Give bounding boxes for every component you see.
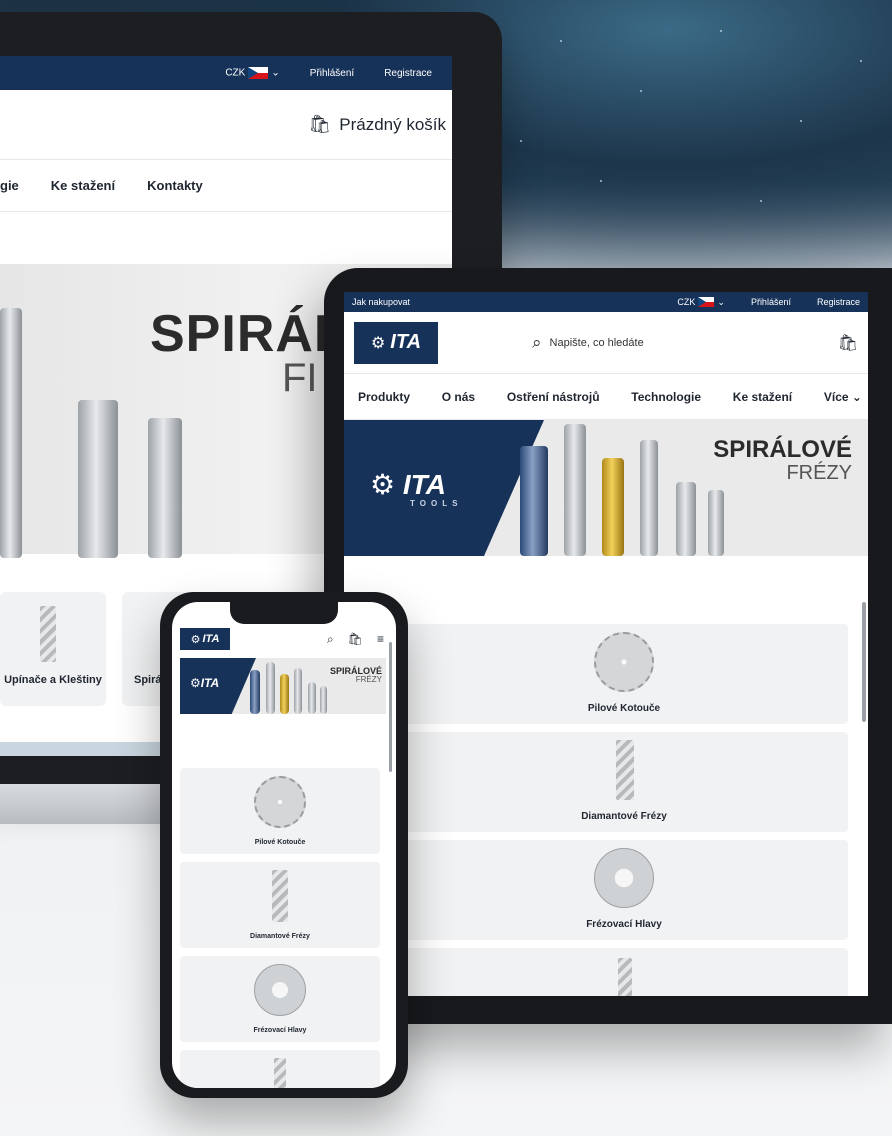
spiral-bit-image xyxy=(520,446,548,556)
spiral-bit-image xyxy=(280,674,289,714)
spiral-bit-image xyxy=(320,686,327,714)
spiral-bit-image xyxy=(308,682,316,714)
phone-hero-banner[interactable]: ⚙ITA SPIRÁLOVÉ FRÉZY xyxy=(180,658,386,714)
hero-subtitle: FRÉZY xyxy=(355,675,382,684)
spiral-bit-image xyxy=(294,668,302,714)
laptop-topbar: CZK ⌄ Přihlášení Registrace xyxy=(0,56,452,90)
spiral-bit-image xyxy=(266,662,275,714)
tablet-main-nav: Produkty O nás Ostření nástrojů Technolo… xyxy=(344,374,868,420)
category-card-cutter-heads[interactable]: Frézovací Hlavy xyxy=(400,840,848,940)
czech-flag-icon xyxy=(698,297,715,308)
shopping-bag-icon[interactable]: 🛍 xyxy=(308,114,331,135)
login-link[interactable]: Přihlášení xyxy=(751,297,791,307)
tablet-hero-banner[interactable]: ⚙ ITA TOOLS SPIRÁLOVÉ FRÉZY xyxy=(344,420,868,556)
nav-item-contacts[interactable]: Kontakty xyxy=(147,178,203,193)
laptop-base xyxy=(0,784,170,824)
ita-logo-icon: ⚙ xyxy=(370,469,403,500)
ita-logo-icon: ⚙ xyxy=(190,676,201,690)
hamburger-menu-icon[interactable]: ≡ xyxy=(377,632,384,647)
phone-device: ⚙ ITA ⌕ 🛍 ≡ ⚙ITA SPIRÁLOVÉ FRÉZY Pilové … xyxy=(160,592,408,1098)
nav-item-more[interactable]: Více ⌄ xyxy=(824,390,862,404)
search-bar[interactable]: ⌕ Napište, co hledáte xyxy=(532,333,838,353)
tablet-device: Jak nakupovat CZK ⌄ Přihlášení Registrace… xyxy=(324,268,892,1024)
nav-item-technology[interactable]: Technologie xyxy=(631,390,701,404)
category-card-saw-blades[interactable]: Pilové Kotouče xyxy=(180,768,380,854)
spiral-bit-image xyxy=(676,482,696,556)
login-link[interactable]: Přihlášení xyxy=(310,68,354,79)
spiral-bit-image xyxy=(640,440,658,556)
site-logo[interactable]: ⚙ ITA xyxy=(180,628,230,650)
scrollbar[interactable] xyxy=(862,602,866,722)
category-card-collets[interactable]: Upínače a Kleštiny xyxy=(0,592,106,706)
tablet-category-list: Pilové Kotouče Diamantové Frézy Frézovac… xyxy=(400,624,848,996)
spiral-bit-icon xyxy=(618,958,632,996)
ita-logo-icon: ⚙ xyxy=(370,334,386,352)
hero-title: SPIRÁLOVÉ xyxy=(713,436,852,463)
currency-selector[interactable]: CZK ⌄ xyxy=(225,67,280,79)
currency-selector[interactable]: CZK ⌄ xyxy=(677,297,725,308)
phone-category-list: Pilové Kotouče Diamantové Frézy Frézovac… xyxy=(180,768,380,1088)
cutter-head-icon xyxy=(594,848,654,908)
hero-subtitle: FI xyxy=(282,356,318,400)
nav-item-products[interactable]: Produkty xyxy=(358,390,410,404)
laptop-main-nav: gie Ke stažení Kontakty xyxy=(0,160,452,212)
nav-item-downloads[interactable]: Ke stažení xyxy=(51,178,115,193)
spiral-bit-image xyxy=(708,490,724,556)
category-card-diamond-cutters[interactable]: Diamantové Frézy xyxy=(180,862,380,948)
category-card-saw-blades[interactable]: Pilové Kotouče xyxy=(400,624,848,724)
czech-flag-icon xyxy=(248,67,269,79)
category-label: Pilové Kotouče xyxy=(587,703,661,714)
spiral-bit-icon xyxy=(274,1058,286,1088)
tablet-topbar: Jak nakupovat CZK ⌄ Přihlášení Registrace xyxy=(344,292,868,312)
saw-blade-icon xyxy=(594,632,654,692)
search-icon: ⌕ xyxy=(532,332,542,352)
tablet-screen: Jak nakupovat CZK ⌄ Přihlášení Registrace… xyxy=(344,292,868,996)
diamond-cutter-icon xyxy=(272,870,288,922)
laptop-header: 🛍 Prázdný košík xyxy=(0,90,452,160)
nav-item-about[interactable]: O nás xyxy=(442,390,475,404)
tool-holder-icon xyxy=(40,606,56,662)
spiral-bit-image xyxy=(564,424,586,556)
spiral-bit-image xyxy=(148,418,182,558)
hero-logo: ⚙ITA xyxy=(190,676,220,690)
shopping-bag-icon[interactable]: 🛍 xyxy=(838,333,858,353)
category-card-next[interactable] xyxy=(180,1050,380,1088)
search-icon[interactable]: ⌕ xyxy=(327,632,334,647)
phone-notch xyxy=(230,602,338,624)
spiral-bit-image xyxy=(250,670,260,714)
category-label: Upínače a Kleštiny xyxy=(4,674,102,686)
site-logo[interactable]: ⚙ ITA xyxy=(354,321,438,364)
ita-logo-icon: ⚙ xyxy=(190,633,201,646)
how-to-shop-link[interactable]: Jak nakupovat xyxy=(352,297,677,307)
chevron-down-icon: ⌄ xyxy=(851,389,862,404)
spiral-bit-image xyxy=(0,308,22,558)
category-card-next[interactable] xyxy=(400,948,848,996)
hero-subtitle: FRÉZY xyxy=(786,462,852,484)
category-label: Frézovací Hlavy xyxy=(253,1027,307,1034)
tablet-header: ⚙ ITA ⌕ Napište, co hledáte 🛍 xyxy=(344,312,868,374)
diamond-cutter-icon xyxy=(616,740,634,800)
shopping-bag-icon[interactable]: 🛍 xyxy=(348,632,363,647)
scrollbar[interactable] xyxy=(389,642,392,772)
spiral-bit-image xyxy=(602,458,624,556)
category-label: Diamantové Frézy xyxy=(581,811,667,822)
phone-screen: ⚙ ITA ⌕ 🛍 ≡ ⚙ITA SPIRÁLOVÉ FRÉZY Pilové … xyxy=(172,602,396,1088)
category-card-diamond-cutters[interactable]: Diamantové Frézy xyxy=(400,732,848,832)
hero-logo: ⚙ ITA TOOLS xyxy=(370,469,463,508)
phone-header: ⚙ ITA ⌕ 🛍 ≡ xyxy=(172,624,396,654)
category-label: Diamantové Frézy xyxy=(250,933,310,940)
nav-item-technology[interactable]: gie xyxy=(0,178,19,193)
category-card-cutter-heads[interactable]: Frézovací Hlavy xyxy=(180,956,380,1042)
category-label: Frézovací Hlavy xyxy=(586,919,662,930)
category-label: Pilové Kotouče xyxy=(254,839,306,846)
cutter-head-icon xyxy=(254,964,306,1016)
nav-item-sharpening[interactable]: Ostření nástrojů xyxy=(507,390,600,404)
register-link[interactable]: Registrace xyxy=(817,297,860,307)
spiral-bit-image xyxy=(78,400,118,558)
register-link[interactable]: Registrace xyxy=(384,68,432,79)
cart-link[interactable]: Prázdný košík xyxy=(339,115,446,135)
search-placeholder: Napište, co hledáte xyxy=(549,336,644,349)
nav-item-downloads[interactable]: Ke stažení xyxy=(733,390,792,404)
saw-blade-icon xyxy=(254,776,306,828)
